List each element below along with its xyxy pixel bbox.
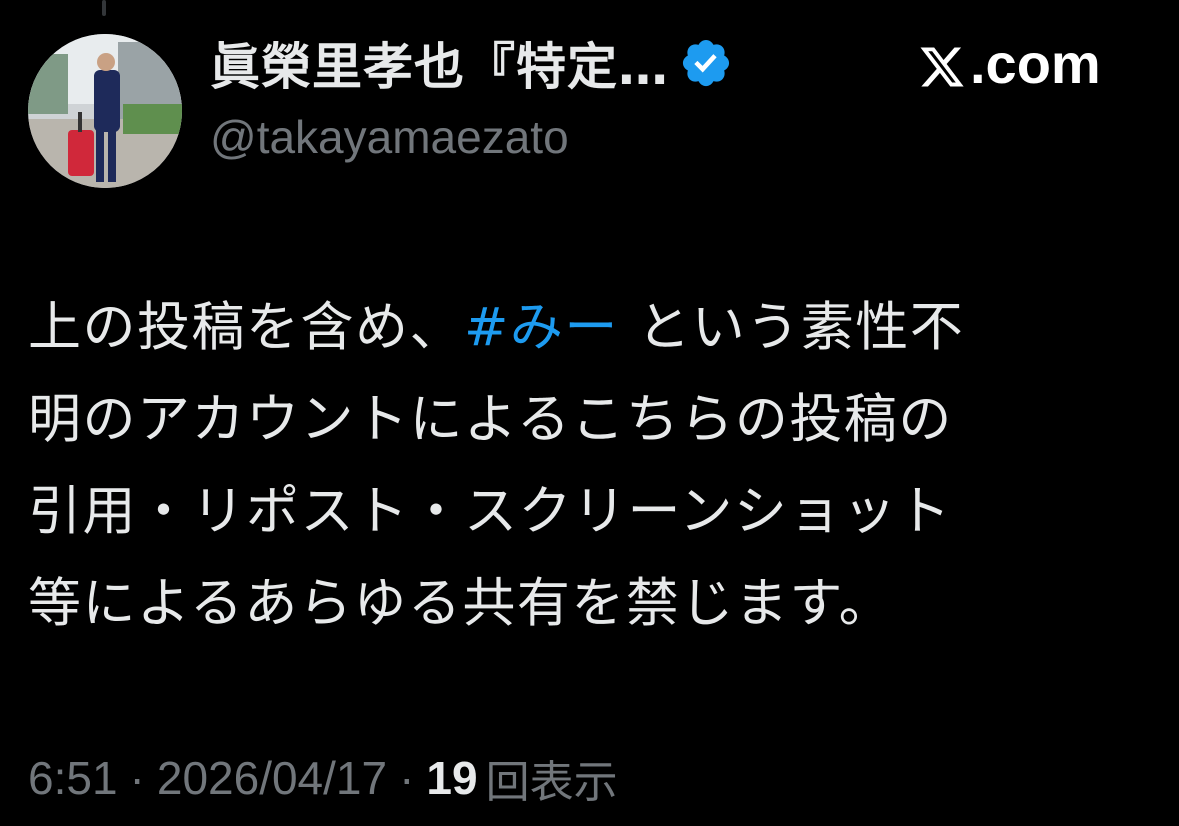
- separator-dot: ·: [399, 752, 415, 804]
- x-logo-icon: [918, 39, 966, 87]
- view-count: 19: [426, 752, 478, 804]
- tweet-metadata: 6:51 · 2026/04/17 · 19 回表示: [28, 740, 618, 816]
- tweet-time[interactable]: 6:51: [28, 751, 118, 805]
- avatar[interactable]: [28, 34, 182, 188]
- tweet-body: 上の投稿を含め、#みー という素性不 明のアカウントによるこちらの投稿の 引用・…: [28, 282, 1138, 650]
- thread-connector-line: [102, 0, 106, 16]
- x-com-watermark: .com: [918, 30, 1101, 96]
- separator-dot: ·: [129, 752, 145, 804]
- brand-text: .com: [970, 31, 1101, 95]
- author-name-row: 眞榮里孝也『特定…: [210, 28, 733, 98]
- tweet-line-4: 等によるあらゆる共有を禁じます。: [28, 573, 894, 634]
- hashtag-link[interactable]: #みー: [464, 297, 619, 358]
- author-display-name[interactable]: 眞榮里孝也『特定…: [210, 27, 669, 99]
- author-handle[interactable]: @takayamaezato: [210, 110, 569, 164]
- tweet-text-segment: 上の投稿を含め、: [28, 297, 464, 358]
- tweet-line-3: 引用・リポスト・スクリーンショット: [28, 481, 952, 542]
- views-label: 回表示: [485, 757, 618, 808]
- tweet-line-2: 明のアカウントによるこちらの投稿の: [28, 389, 953, 450]
- tweet-date[interactable]: 2026/04/17: [157, 751, 387, 805]
- tweet-text-segment: という素性不: [618, 297, 965, 358]
- verified-badge-icon: [679, 36, 733, 90]
- tweet-line-1: 上の投稿を含め、#みー という素性不: [28, 282, 1138, 374]
